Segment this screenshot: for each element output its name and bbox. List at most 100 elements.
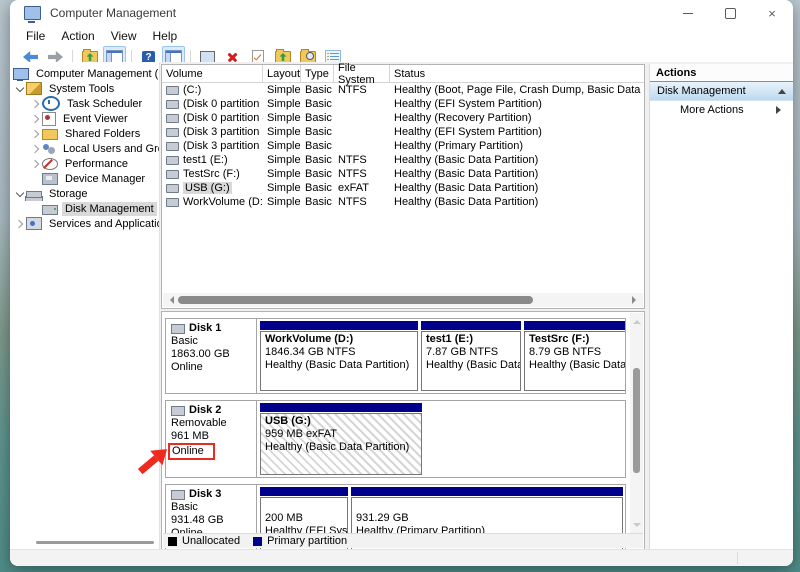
volume-list: Volume Layout Type File System Status (C… [161,62,645,309]
sidebar-item-computer-management[interactable]: Computer Management (Local [10,66,159,81]
chevron-right-icon[interactable] [29,131,42,137]
status-bar [10,549,793,566]
menu-bar: File Action View Help [10,26,793,45]
content-area: Computer Management (Local System Tools … [10,62,793,550]
table-row[interactable]: WorkVolume (D:) Simple Basic NTFS Health… [162,195,644,209]
volume-icon [166,197,179,207]
chevron-down-icon[interactable] [13,87,26,91]
close-icon: × [768,5,776,21]
volume-icon [166,183,179,193]
column-header-file-system[interactable]: File System [334,62,390,86]
collapse-icon[interactable] [778,85,786,94]
column-header-status[interactable]: Status [390,65,644,82]
primary-partition-band [421,321,521,330]
services-icon [26,217,42,230]
scrollbar-thumb[interactable] [178,296,533,304]
column-header-volume[interactable]: Volume [162,65,263,82]
unallocated-swatch [168,536,177,546]
task-scheduler-icon [42,96,60,111]
sidebar-item-storage[interactable]: Storage [10,186,159,201]
graphical-view-vertical-scrollbar[interactable] [630,313,643,534]
primary-partition-band [524,321,625,330]
chevron-right-icon[interactable] [29,146,42,152]
menu-file[interactable]: File [18,28,53,44]
table-row[interactable]: (Disk 0 partition 4) Simple Basic Health… [162,111,644,125]
close-button[interactable]: × [751,1,793,25]
shared-folders-icon [42,129,58,140]
disk-2-label[interactable]: Disk 2 Removable 961 MB Online [166,401,257,477]
table-row[interactable]: test1 (E:) Simple Basic NTFS Healthy (Ba… [162,153,644,167]
disk-2-row: Disk 2 Removable 961 MB Online USB (G:) … [165,400,626,478]
users-icon [42,143,56,155]
column-header-type[interactable]: Type [301,65,334,82]
actions-header: Actions [650,64,793,82]
column-header-layout[interactable]: Layout [263,65,301,82]
graphical-view: Disk 1 Basic 1863.00 GB Online WorkVolum… [161,311,645,550]
actions-panel: Actions Disk Management More Actions [649,64,793,550]
event-viewer-icon [42,111,56,126]
primary-partition-band [260,403,422,412]
chevron-right-icon[interactable] [29,101,42,107]
sidebar-item-services-applications[interactable]: Services and Applications [10,216,159,231]
chevron-down-icon[interactable] [13,192,26,196]
volume-list-horizontal-scrollbar[interactable] [163,293,643,307]
chevron-right-icon[interactable] [13,221,26,227]
partition-workvolume-d[interactable]: WorkVolume (D:) 1846.34 GB NTFS Healthy … [260,321,418,391]
scrollbar-thumb[interactable] [633,368,640,473]
scroll-up-icon[interactable] [632,316,641,324]
sidebar-item-shared-folders[interactable]: Shared Folders [10,126,159,141]
maximize-button[interactable] [709,1,751,25]
tree-panel: Computer Management (Local System Tools … [10,62,160,550]
disk-2-online-status-annotated: Online [168,443,215,460]
partition-testsrc-f[interactable]: TestSrc (F:) 8.79 GB NTFS Healthy (Basic… [524,321,625,391]
primary-partition-swatch [253,536,263,546]
sidebar-item-local-users-groups[interactable]: Local Users and Groups [10,141,159,156]
table-row-selected[interactable]: USB (G:) Simple Basic exFAT Healthy (Bas… [162,181,644,195]
device-manager-icon [42,172,58,185]
sidebar-item-system-tools[interactable]: System Tools [10,81,159,96]
table-row[interactable]: (Disk 3 partition 2) Simple Basic Health… [162,139,644,153]
menu-action[interactable]: Action [53,28,102,44]
title-bar[interactable]: Computer Management × [10,0,793,26]
table-row[interactable]: (Disk 3 partition 1) Simple Basic Health… [162,125,644,139]
minimize-icon [683,12,693,14]
primary-partition-band [260,487,348,496]
menu-view[interactable]: View [103,28,145,44]
maximize-icon [724,7,736,19]
table-row[interactable]: (C:) Simple Basic NTFS Healthy (Boot, Pa… [162,83,644,97]
table-row[interactable]: TestSrc (F:) Simple Basic NTFS Healthy (… [162,167,644,181]
table-row[interactable]: (Disk 0 partition 1) Simple Basic Health… [162,97,644,111]
actions-group-disk-management[interactable]: Disk Management [650,82,793,101]
partition-test1-e[interactable]: test1 (E:) 7.87 GB NTFS Healthy (Basic D… [421,321,521,391]
scroll-down-icon[interactable] [632,523,641,531]
computer-management-window: Computer Management × File Action View H… [10,0,793,566]
primary-partition-band [351,487,623,496]
partition-legend: Unallocated Primary partition [163,533,643,548]
volume-icon [166,169,179,179]
computer-icon [13,67,29,81]
chevron-right-icon[interactable] [29,161,42,167]
more-actions-item[interactable]: More Actions [650,101,793,118]
volume-icon [166,127,179,137]
performance-icon [42,157,58,170]
volume-list-header: Volume Layout Type File System Status [162,62,644,86]
sidebar-item-disk-management[interactable]: Disk Management [10,201,159,216]
partition-usb-g-selected[interactable]: USB (G:) 959 MB exFAT Healthy (Basic Dat… [260,403,422,475]
disk-1-label[interactable]: Disk 1 Basic 1863.00 GB Online [166,319,257,393]
disk-icon [171,323,185,334]
volume-icon [166,113,179,123]
sidebar-item-device-manager[interactable]: Device Manager [10,171,159,186]
disk-management-icon [42,204,58,215]
scroll-left-icon[interactable] [166,296,174,304]
sidebar-item-event-viewer[interactable]: Event Viewer [10,111,159,126]
menu-help[interactable]: Help [145,28,186,44]
sidebar-item-performance[interactable]: Performance [10,156,159,171]
chevron-right-icon[interactable] [29,116,42,122]
scroll-right-icon[interactable] [632,296,640,304]
volume-icon [166,141,179,151]
tree-horizontal-scrollbar[interactable] [36,541,154,544]
primary-partition-band [260,321,418,330]
minimize-button[interactable] [667,1,709,25]
app-icon [24,6,41,23]
sidebar-item-task-scheduler[interactable]: Task Scheduler [10,96,159,111]
